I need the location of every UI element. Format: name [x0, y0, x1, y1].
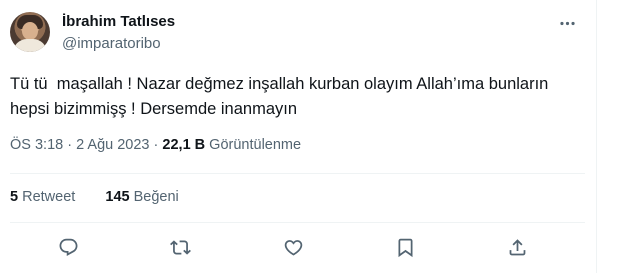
meta-separator: · [153, 137, 159, 153]
likes-count: 145 [105, 189, 130, 205]
meta-separator: · [67, 137, 73, 153]
likes-link[interactable]: 145 Beğeni [105, 189, 178, 205]
tweet-time[interactable]: ÖS 3:18 [10, 137, 63, 153]
share-icon [509, 238, 525, 255]
divider [10, 222, 585, 223]
column-border [596, 0, 597, 273]
like-button[interactable] [276, 230, 310, 264]
heart-icon [284, 239, 302, 256]
avatar-shirt [13, 39, 47, 52]
retweet-button[interactable] [163, 230, 197, 264]
more-options-button[interactable] [557, 13, 577, 33]
retweets-label: Retweet [22, 189, 76, 205]
action-bar [0, 230, 596, 264]
reply-button[interactable] [51, 230, 85, 264]
retweets-link[interactable]: 5 Retweet [10, 189, 79, 205]
retweets-count: 5 [10, 189, 19, 205]
engagement-stats: 5 Retweet 145 Beğeni [10, 189, 179, 205]
divider [10, 173, 585, 174]
bookmark-icon [398, 238, 412, 257]
tweet-card: İbrahim Tatlıses @imparatoribo Tü tü maş… [0, 0, 597, 273]
more-horizontal-icon [559, 21, 575, 25]
views-count: 22,1 B [162, 137, 206, 153]
retweet-icon [169, 239, 191, 255]
likes-label: Beğeni [133, 189, 179, 205]
views-label: Görüntülenme [209, 137, 302, 153]
share-button[interactable] [500, 230, 534, 264]
reply-icon [59, 238, 77, 256]
avatar[interactable] [10, 12, 50, 52]
tweet-meta: ÖS 3:18 · 2 Ağu 2023 · 22,1 B Görüntülen… [10, 137, 301, 153]
avatar-face [22, 22, 38, 40]
bookmark-button[interactable] [388, 230, 422, 264]
author-name[interactable]: İbrahim Tatlıses [62, 13, 175, 30]
author-handle[interactable]: @imparatoribo [62, 35, 161, 52]
tweet-date[interactable]: 2 Ağu 2023 [76, 137, 149, 153]
tweet-text: Tü tü maşallah ! Nazar değmez inşallah k… [10, 75, 553, 118]
